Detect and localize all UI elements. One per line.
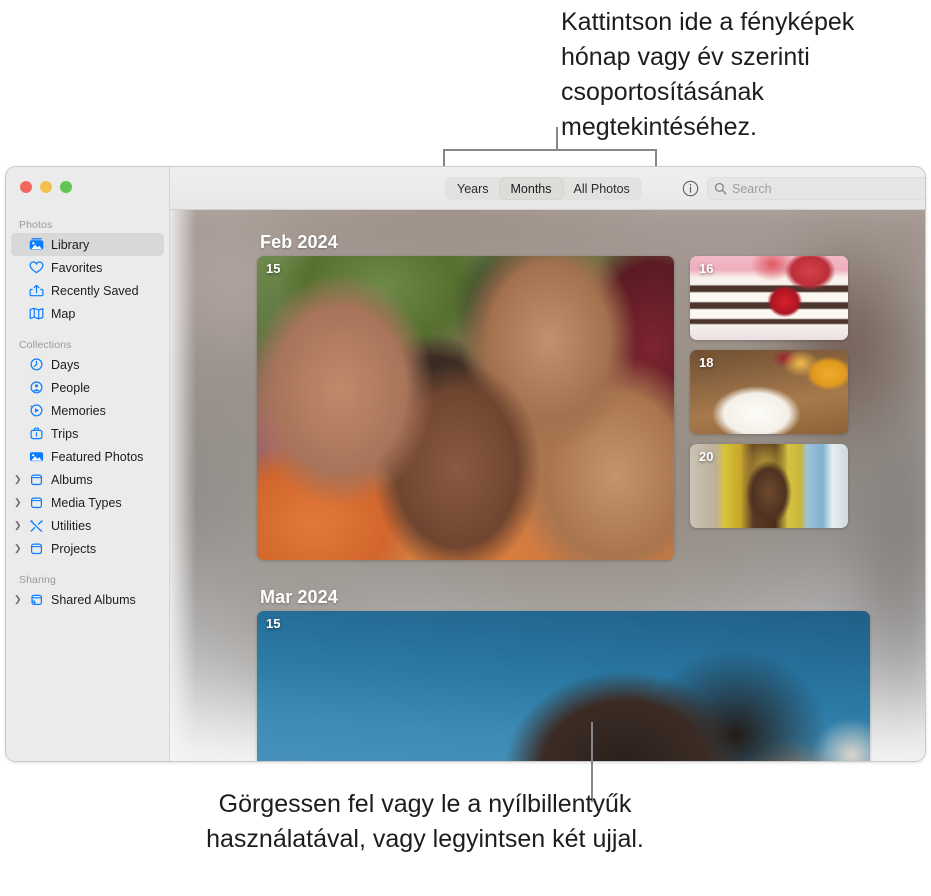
screenshot-root: Kattintson ide a fényképek hónap vagy év… [0,0,931,896]
sidebar-item-featured-photos[interactable]: Featured Photos [11,445,164,468]
sidebar-item-albums[interactable]: ❯ Albums [11,468,164,491]
photo-tile[interactable]: 20 [690,444,848,528]
sidebar-item-favorites[interactable]: Favorites [11,256,164,279]
chevron-right-icon[interactable]: ❯ [14,544,22,553]
sidebar-item-trips[interactable]: Trips [11,422,164,445]
sidebar-group-collections: Collections Days People Memories Trips F… [6,339,169,560]
sidebar-section-title-sharing: Sharing [19,574,56,586]
featured-photo-icon [28,449,45,464]
heart-icon [28,260,45,275]
map-icon [28,306,45,321]
photo-tile[interactable]: 15 [257,611,870,761]
sidebar-item-map[interactable]: Map [11,302,164,325]
month-heading-feb: Feb 2024 [260,232,338,252]
sidebar-item-label: Shared Albums [51,592,136,607]
sidebar-item-label: Featured Photos [51,449,144,464]
zoom-button[interactable] [60,181,72,193]
photo-tile[interactable]: 16 [690,256,848,340]
sidebar-item-utilities[interactable]: ❯ Utilities [11,514,164,537]
sidebar-item-label: Map [51,306,76,321]
sidebar-section-title-photos: Photos [19,219,53,231]
segment-months[interactable]: Months [499,178,563,199]
search-icon [714,182,727,195]
callout-top-leader-stem [556,127,558,151]
photo-thumbnail-strawberry-cake [690,256,848,340]
photo-day-number: 16 [699,261,714,276]
suitcase-icon [28,426,45,441]
toolbar: Years Months All Photos Search [170,167,925,210]
tools-icon [28,518,45,533]
photo-day-number: 18 [699,355,714,370]
shared-album-icon [28,592,45,607]
window-traffic-lights [20,181,72,193]
sidebar-section-title-collections: Collections [19,339,72,351]
album-box-icon [28,541,45,556]
chevron-right-icon[interactable]: ❯ [14,521,22,530]
sidebar-item-projects[interactable]: ❯ Projects [11,537,164,560]
photo-day-number: 20 [699,449,714,464]
sidebar-item-shared-albums[interactable]: ❯ Shared Albums [11,588,164,611]
content-area: Years Months All Photos Search Feb 2024 … [170,167,925,761]
photo-thumbnail-plated-food [690,350,848,434]
photo-grid-canvas[interactable]: Feb 2024 15 16 18 20 Mar 2024 15 [170,210,925,761]
photo-thumbnail-group-selfie [257,256,674,560]
sidebar-item-days[interactable]: Days [11,353,164,376]
sidebar-item-label: People [51,380,90,395]
close-button[interactable] [20,181,32,193]
sidebar-item-media-types[interactable]: ❯ Media Types [11,491,164,514]
month-heading-mar: Mar 2024 [260,587,338,607]
sidebar-item-library[interactable]: Library [11,233,164,256]
sidebar-item-label: Memories [51,403,106,418]
sidebar-item-memories[interactable]: Memories [11,399,164,422]
sidebar-item-label: Media Types [51,495,122,510]
sidebar-item-label: Recently Saved [51,283,139,298]
search-field[interactable]: Search [707,177,925,200]
photos-library-icon [28,237,45,252]
callout-top-bracket-bar [443,149,657,151]
sidebar-group-photos: Photos Library Favorites Recently Saved … [6,219,169,325]
photo-day-number: 15 [266,261,281,276]
photo-tile[interactable]: 15 [257,256,674,560]
clock-icon [28,357,45,372]
sidebar-item-label: Library [51,237,90,252]
callout-top-text: Kattintson ide a fényképek hónap vagy év… [561,8,855,141]
sidebar-item-label: Days [51,357,80,372]
sidebar-item-label: Favorites [51,260,103,275]
photo-thumbnail-beach-portrait [690,444,848,528]
chevron-right-icon[interactable]: ❯ [14,475,22,484]
photo-day-number: 15 [266,616,281,631]
sidebar-item-label: Albums [51,472,93,487]
sidebar-item-people[interactable]: People [11,376,164,399]
info-circle-icon[interactable] [682,180,699,197]
photo-thumbnail-blue-backdrop-portrait [257,611,870,761]
sidebar: Photos Library Favorites Recently Saved … [6,167,170,761]
sidebar-item-recently-saved[interactable]: Recently Saved [11,279,164,302]
photos-window: Photos Library Favorites Recently Saved … [5,166,926,762]
view-mode-segmented-control[interactable]: Years Months All Photos [445,177,642,200]
search-placeholder: Search [732,181,772,196]
memories-play-icon [28,403,45,418]
callout-bottom-text: Görgessen fel vagy le a nyílbillentyűk h… [206,790,644,853]
person-circle-icon [28,380,45,395]
recently-saved-icon [28,283,45,298]
chevron-right-icon[interactable]: ❯ [14,498,22,507]
sidebar-item-label: Utilities [51,518,92,533]
segment-years[interactable]: Years [446,178,500,199]
sidebar-item-label: Trips [51,426,79,441]
photo-tile[interactable]: 18 [690,350,848,434]
sidebar-item-label: Projects [51,541,97,556]
album-box-icon [28,472,45,487]
album-box-icon [28,495,45,510]
chevron-right-icon[interactable]: ❯ [14,595,22,604]
minimize-button[interactable] [40,181,52,193]
sidebar-group-sharing: Sharing ❯ Shared Albums [6,574,169,611]
segment-all-photos[interactable]: All Photos [563,178,641,199]
